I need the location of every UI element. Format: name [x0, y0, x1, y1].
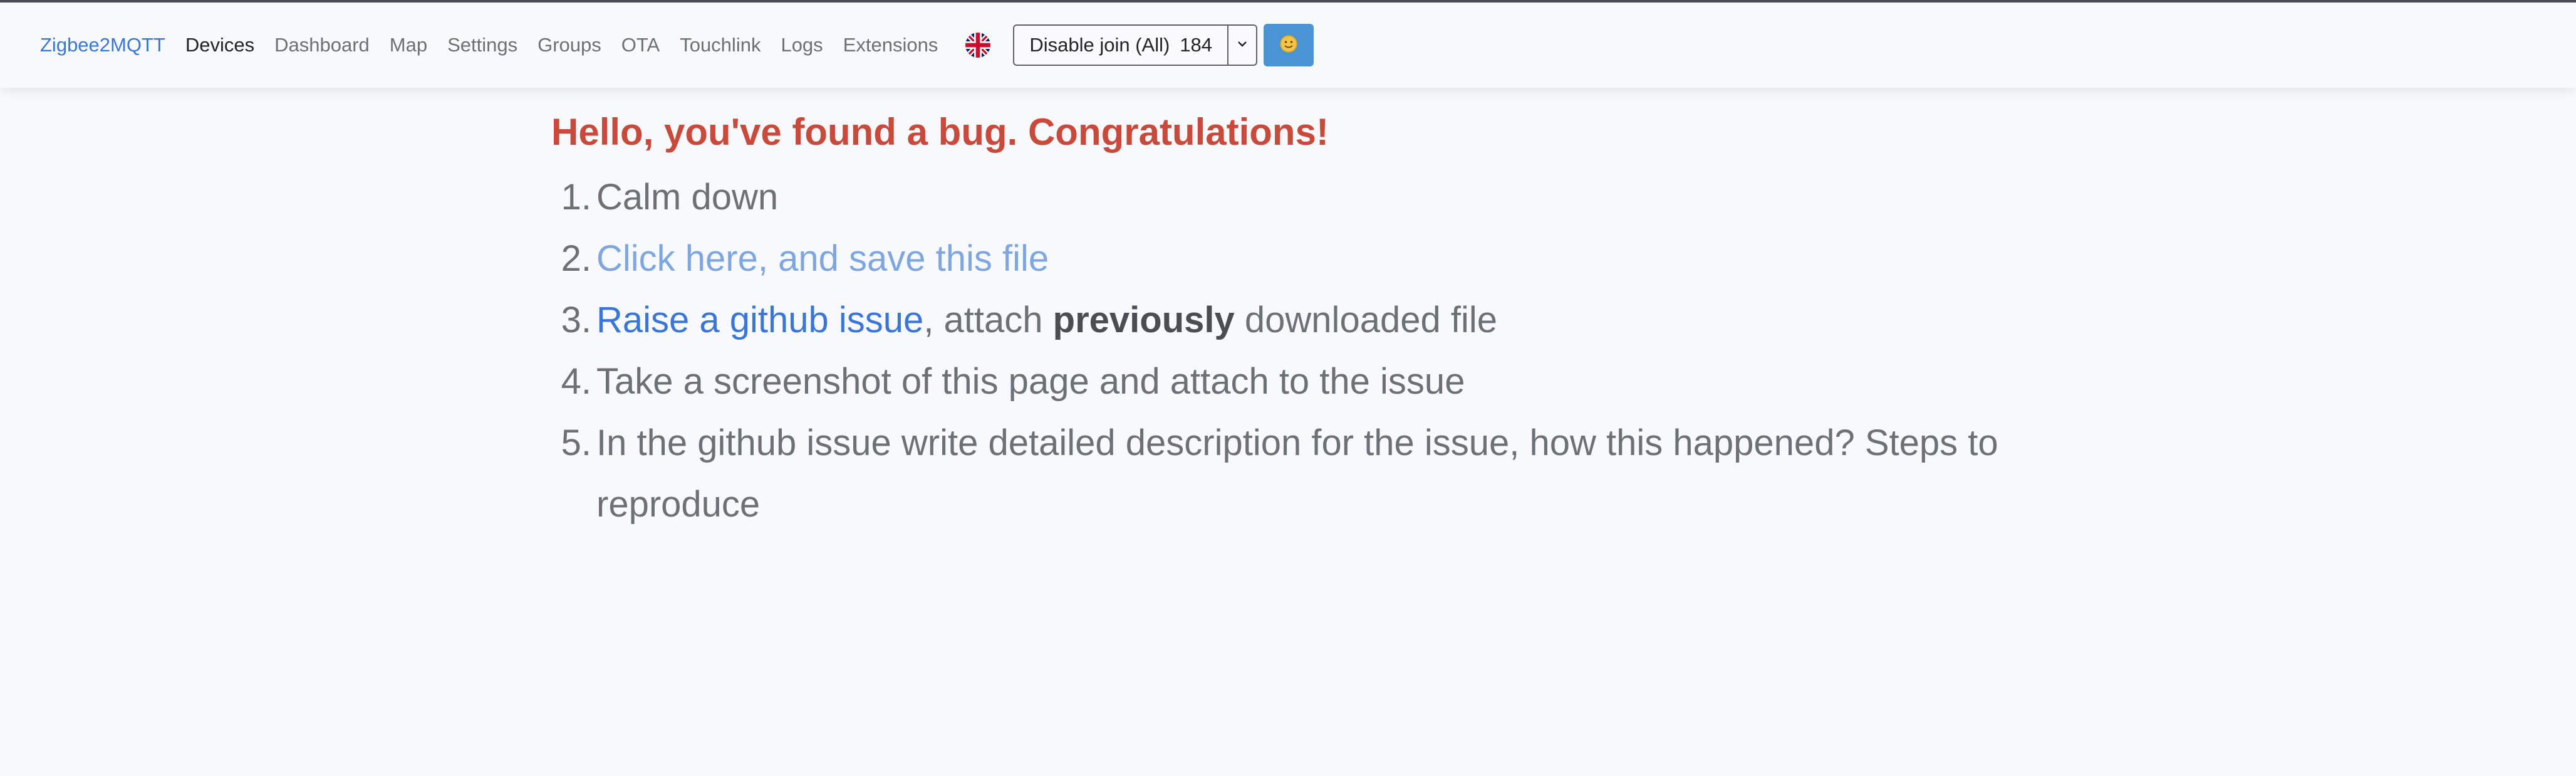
step-number: 4. [561, 361, 591, 402]
step-text: , attach [923, 300, 1053, 340]
nav-logs[interactable]: Logs [781, 34, 823, 56]
permit-join-group: Disable join (All) 184 [1013, 24, 1258, 66]
error-title: Hello, you've found a bug. Congratulatio… [551, 111, 1329, 153]
nav-touchlink[interactable]: Touchlink [680, 34, 761, 56]
uk-flag-icon[interactable] [965, 33, 991, 58]
step-number: 1. [561, 177, 591, 218]
step-1: 1. Calm down [551, 167, 2117, 228]
join-countdown: 184 [1180, 34, 1213, 56]
raise-github-issue-link[interactable]: Raise a github issue [596, 300, 923, 340]
bug-report-steps: 1. Calm down 2. Click here, and save thi… [551, 167, 2117, 535]
step-text: Take a screenshot of this page and attac… [596, 361, 1465, 402]
step-number: 5. [561, 422, 591, 463]
step-number: 3. [561, 300, 591, 340]
nav-map[interactable]: Map [390, 34, 427, 56]
step-text-bold: previously [1052, 300, 1235, 340]
step-number: 2. [561, 238, 591, 279]
chevron-down-icon [1237, 39, 1248, 51]
step-text: In the github issue write detailed descr… [596, 422, 1998, 525]
error-boundary: Hello, you've found a bug. Congratulatio… [551, 107, 2117, 535]
disable-join-button[interactable]: Disable join (All) 184 [1013, 24, 1229, 66]
nav-devices[interactable]: Devices [185, 34, 254, 56]
smiley-button[interactable] [1264, 24, 1314, 66]
step-2: 2. Click here, and save this file [551, 228, 2117, 290]
nav-groups[interactable]: Groups [538, 34, 601, 56]
step-5: 5. In the github issue write detailed de… [551, 412, 2117, 535]
nav-settings[interactable]: Settings [447, 34, 517, 56]
brand-link[interactable]: Zigbee2MQTT [40, 34, 165, 56]
navbar: Zigbee2MQTT Devices Dashboard Map Settin… [0, 3, 2576, 88]
step-text: downloaded file [1234, 300, 1497, 340]
step-text: Calm down [596, 177, 779, 218]
step-4: 4. Take a screenshot of this page and at… [551, 351, 2117, 412]
nav-dashboard[interactable]: Dashboard [274, 34, 370, 56]
disable-join-label: Disable join (All) [1029, 34, 1170, 56]
nav-ota[interactable]: OTA [621, 34, 660, 56]
step-3: 3. Raise a github issue, attach previous… [551, 290, 2117, 351]
join-dropdown-toggle[interactable] [1228, 24, 1258, 66]
nav-extensions[interactable]: Extensions [843, 34, 938, 56]
save-file-link[interactable]: Click here, and save this file [596, 238, 1049, 279]
smiley-face-icon [1279, 34, 1298, 56]
